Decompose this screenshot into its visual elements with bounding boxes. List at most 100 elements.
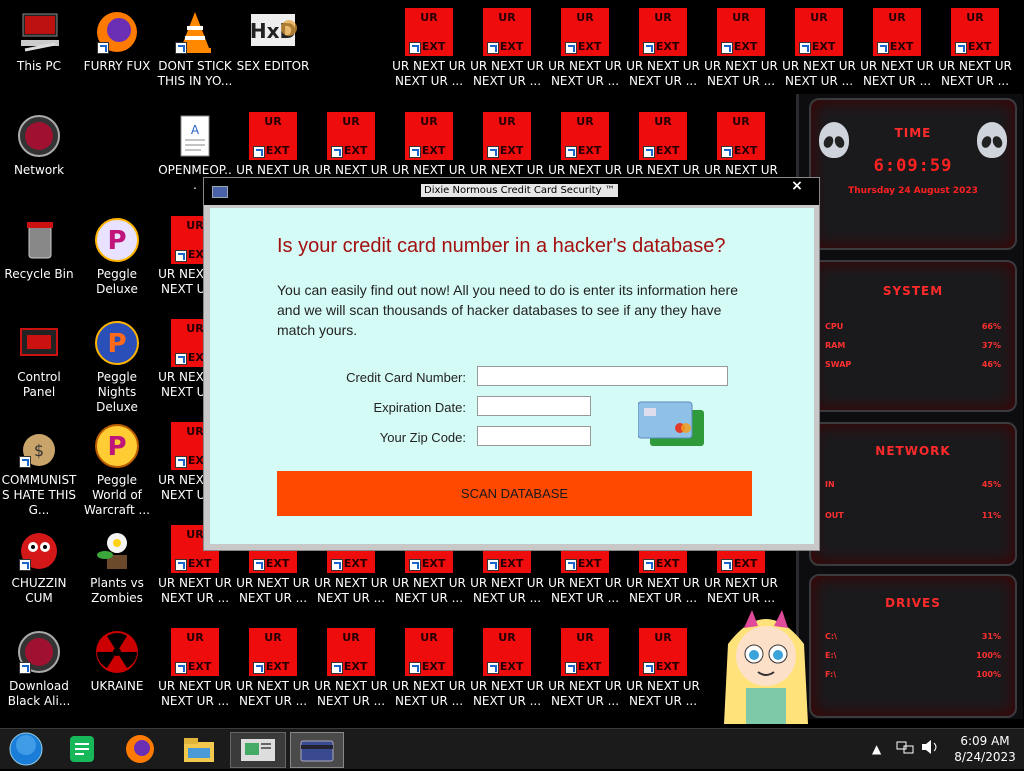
card-number-input[interactable]	[477, 366, 728, 386]
desktop-icon-furry-fux[interactable]: FURRY FUX	[78, 0, 156, 100]
ur-next-icon: URNEXT	[639, 628, 687, 676]
desktop-icon-download-black-alien[interactable]: Download Black Ali...	[0, 620, 78, 720]
desktop-icon-ur-next[interactable]: URNEXT UR NEXT UR NEXT UR ...	[390, 620, 468, 720]
shortcut-arrow-icon	[721, 42, 733, 54]
scan-database-button[interactable]: SCAN DATABASE	[277, 471, 752, 516]
icon-label: UR NEXT UR NEXT UR ...	[548, 679, 622, 708]
network-title: NETWORK	[875, 444, 951, 458]
desktop-icon-control-panel[interactable]: Control Panel	[0, 311, 78, 411]
desktop-icon-network[interactable]: Network	[0, 104, 78, 204]
cartoon-character-image	[718, 604, 814, 728]
desktop-icon-dont-stick[interactable]: DONT STICK THIS IN YO...	[156, 0, 234, 100]
clock-date: 8/24/2023	[954, 750, 1016, 764]
desktop-icon-ur-next[interactable]: URNEXT UR NEXT UR NEXT UR ...	[702, 0, 780, 100]
icon-label: UR NEXT UR NEXT UR ...	[782, 59, 856, 88]
show-hidden-icons-button[interactable]: ▲	[872, 741, 881, 757]
shortcut-arrow-icon	[955, 42, 967, 54]
icon-label: Control Panel	[17, 370, 61, 399]
recycle-bin-icon	[15, 216, 63, 264]
network-in-label: IN	[825, 480, 835, 489]
icon-label: Network	[13, 163, 65, 177]
ur-next-icon: URNEXT	[327, 628, 375, 676]
shortcut-arrow-icon	[19, 559, 31, 571]
desktop-icon-peggle-nights[interactable]: P Peggle Nights Deluxe	[78, 311, 156, 414]
taskbar-file-explorer[interactable]	[178, 732, 220, 766]
ur-next-icon: URNEXT	[327, 112, 375, 160]
icon-label: UR NEXT UR NEXT UR ...	[626, 679, 700, 708]
credit-card-dialog: Dixie Normous Credit Card Security ™ × I…	[203, 177, 820, 551]
ur-next-icon: URNEXT	[483, 628, 531, 676]
alienware-gadget: TIME 6:09:59 Thursday 24 August 2023 SYS…	[796, 94, 1023, 719]
desktop-icon-ur-next[interactable]: URNEXT UR NEXT UR NEXT UR ...	[156, 620, 234, 720]
volume-icon[interactable]	[920, 739, 940, 759]
desktop-icon-ukraine[interactable]: UKRAINE	[78, 620, 156, 720]
alien-head-icon	[977, 122, 1007, 158]
taskbar-credit-card-app[interactable]	[290, 732, 344, 768]
desktop-icon-this-pc[interactable]: This PC	[0, 0, 78, 100]
icon-label: Peggle Nights Deluxe	[96, 370, 138, 414]
desktop-icon-ur-next[interactable]: URNEXT UR NEXT UR NEXT UR ...	[390, 0, 468, 100]
start-button[interactable]	[6, 732, 46, 766]
desktop-icon-ur-next[interactable]: URNEXT UR NEXT UR NEXT UR ...	[468, 620, 546, 720]
dialog-heading: Is your credit card number in a hacker's…	[277, 235, 726, 257]
desktop-icon-ur-next[interactable]: URNEXT UR NEXT UR NEXT UR ...	[858, 0, 936, 100]
desktop-icon-ur-next[interactable]: URNEXT UR NEXT UR NEXT UR ...	[312, 620, 390, 720]
ur-next-icon: URNEXT	[483, 8, 531, 56]
network-in-value: 45%	[981, 480, 1001, 489]
gadget-time: 6:09:59	[873, 156, 953, 176]
zip-code-input[interactable]	[477, 426, 591, 446]
desktop-icon-ur-next[interactable]: URNEXT UR NEXT UR NEXT UR ...	[546, 620, 624, 720]
shortcut-arrow-icon	[175, 559, 187, 571]
ur-next-icon: URNEXT	[483, 112, 531, 160]
ur-next-icon: URNEXT	[561, 112, 609, 160]
vlc-cone-icon	[171, 8, 219, 56]
dialog-titlebar[interactable]: Dixie Normous Credit Card Security ™ ×	[204, 178, 819, 205]
desktop-icon-sex-editor[interactable]: HxD SEX EDITOR	[234, 0, 312, 100]
desktop-icon-ur-next[interactable]: URNEXT UR NEXT UR NEXT UR ...	[780, 0, 858, 100]
icon-label: UR NEXT UR NEXT UR ...	[314, 576, 388, 605]
desktop-icon-ur-next[interactable]: URNEXT UR NEXT UR NEXT UR ...	[234, 620, 312, 720]
icon-label: UR NEXT UR NEXT UR ...	[704, 59, 778, 88]
desktop-icon-ur-next[interactable]: URNEXT UR NEXT UR NEXT UR ...	[624, 620, 702, 720]
clock[interactable]: 6:09 AM 8/24/2023	[950, 733, 1020, 765]
desktop-icon-ur-next[interactable]: URNEXT UR NEXT UR NEXT UR ...	[624, 0, 702, 100]
shortcut-arrow-icon	[331, 146, 343, 158]
desktop-icon-chuzzin[interactable]: CHUZZIN CUM	[0, 517, 78, 617]
shortcut-arrow-icon	[19, 662, 31, 674]
desktop-icon-plants-vs-zombies[interactable]: Plants vs Zombies	[78, 517, 156, 617]
desktop-icon-recycle-bin[interactable]: Recycle Bin	[0, 208, 78, 308]
icon-label: UR NEXT UR NEXT UR ...	[470, 679, 544, 708]
document-icon: A	[171, 112, 219, 160]
icon-label: Recycle Bin	[4, 267, 74, 281]
desktop-icon-ur-next[interactable]: URNEXT UR NEXT UR NEXT UR ...	[468, 0, 546, 100]
close-button[interactable]: ×	[784, 179, 810, 193]
icon-label: This PC	[17, 59, 61, 73]
taskbar-firefox[interactable]	[120, 732, 160, 766]
taskbar-image-viewer[interactable]	[230, 732, 286, 768]
desktop-icon-peggle-deluxe[interactable]: P Peggle Deluxe	[78, 208, 156, 308]
ur-next-icon: URNEXT	[249, 628, 297, 676]
taskbar-notes-app[interactable]	[62, 732, 102, 766]
icon-label: UR NEXT UR NEXT UR ...	[392, 576, 466, 605]
dialog-body: Is your credit card number in a hacker's…	[210, 208, 814, 544]
firefox-icon	[93, 8, 141, 56]
shortcut-arrow-icon	[175, 353, 187, 365]
shortcut-arrow-icon	[643, 146, 655, 158]
desktop-icon-ur-next[interactable]: URNEXT UR NEXT UR NEXT UR ...	[546, 0, 624, 100]
expiration-date-input[interactable]	[477, 396, 591, 416]
desktop-icon-communists[interactable]: $ COMMUNISTS HATE THIS G...	[0, 414, 78, 517]
dialog-title: Dixie Normous Credit Card Security ™	[421, 184, 618, 197]
desktop-icon-peggle-wow[interactable]: P Peggle World of Warcraft ...	[78, 414, 156, 517]
icon-label: DONT STICK THIS IN YO...	[157, 59, 233, 88]
peggle-icon: P	[93, 216, 141, 264]
ram-label: RAM	[825, 341, 846, 350]
ur-next-icon: URNEXT	[795, 8, 843, 56]
icon-label: UR NEXT UR NEXT UR ...	[860, 59, 934, 88]
icon-label: Plants vs Zombies	[90, 576, 144, 605]
network-tray-icon[interactable]	[896, 739, 914, 759]
ram-value: 37%	[981, 341, 1001, 350]
drive-value: 100%	[976, 670, 1001, 679]
desktop-icon-ur-next[interactable]: URNEXT UR NEXT UR NEXT UR ...	[936, 0, 1014, 100]
zip-code-label: Your Zip Code:	[379, 430, 466, 445]
shortcut-arrow-icon	[877, 42, 889, 54]
